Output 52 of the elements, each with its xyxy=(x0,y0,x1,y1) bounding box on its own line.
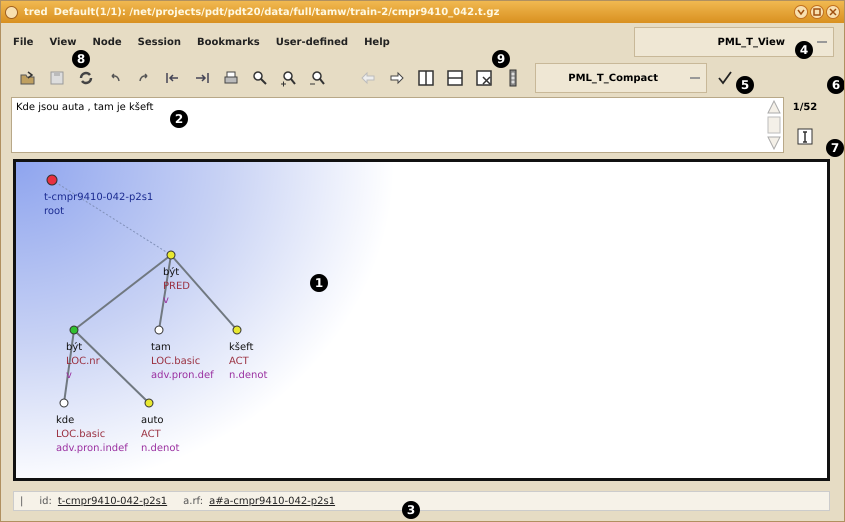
menu-item[interactable]: Node xyxy=(86,34,128,50)
node-label: tam xyxy=(151,341,172,355)
tree-node[interactable] xyxy=(60,398,68,408)
node-label: kde xyxy=(56,414,76,428)
node-label: být xyxy=(163,266,180,280)
close-icon xyxy=(829,8,837,16)
chevron-icon xyxy=(797,8,805,16)
node-label: adv.pron.indef xyxy=(56,442,128,456)
menu-item[interactable]: Bookmarks xyxy=(190,34,266,50)
close-button[interactable] xyxy=(826,5,840,19)
window-title: Default(1/1): /net/projects/pdt/pdt20/data/full/tamw/train-2/cmpr9410_042.t.gz xyxy=(54,6,500,18)
app-icon xyxy=(5,6,18,18)
callout-badge: 8 xyxy=(72,50,90,68)
node-label: n.denot xyxy=(141,442,180,456)
node-label: být xyxy=(66,341,84,355)
node-label: LOC.basic xyxy=(151,355,202,369)
tree-node[interactable] xyxy=(166,250,176,260)
arf-link[interactable]: a#a-cmpr9410-042-p2s1 xyxy=(209,496,336,506)
menu-item[interactable]: User-defined xyxy=(270,34,354,50)
id-label: id: xyxy=(39,496,52,506)
minimize-button[interactable] xyxy=(794,5,808,19)
node-label: ACT xyxy=(141,428,162,442)
callout-badge: 3 xyxy=(402,501,420,519)
tree-node[interactable] xyxy=(154,326,164,334)
node-label: LOC.basic xyxy=(56,428,106,442)
tree-node[interactable] xyxy=(70,326,78,334)
tree-node[interactable] xyxy=(232,326,242,334)
menu-item[interactable]: File xyxy=(7,34,40,50)
separator-mark: | xyxy=(20,496,24,506)
node-label: kšeft xyxy=(229,341,254,355)
menu-item[interactable]: Session xyxy=(132,34,187,50)
menu-item[interactable]: Help xyxy=(358,34,396,50)
callout-badge: 5 xyxy=(736,76,754,94)
node-label: t-cmpr9410-042-p2s1 xyxy=(44,191,154,205)
callout-badge: 6 xyxy=(827,76,844,94)
node-label: auto xyxy=(141,414,165,428)
callout-badge: 9 xyxy=(492,50,510,68)
callout-badge: 7 xyxy=(826,139,844,157)
node-label: n.denot xyxy=(229,369,268,383)
app-name: tred xyxy=(24,6,48,18)
square-icon xyxy=(813,8,821,16)
node-label: ACT xyxy=(229,355,250,369)
node-label: adv.pron.def xyxy=(151,369,214,383)
id-link[interactable]: t-cmpr9410-042-p2s1 xyxy=(58,496,168,506)
tree-node[interactable] xyxy=(46,174,58,186)
menu-item[interactable]: View xyxy=(43,34,82,50)
tree-node[interactable] xyxy=(144,398,154,408)
style-select[interactable]: PML_T_Compact xyxy=(535,63,707,93)
maximize-button[interactable] xyxy=(810,5,824,19)
node-label: root xyxy=(44,205,66,219)
tree-counter: 1/52 xyxy=(792,102,818,114)
arf-label: a.rf: xyxy=(183,496,204,506)
